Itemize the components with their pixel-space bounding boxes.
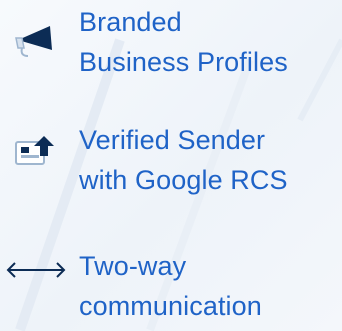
verified-badge-icon — [15, 136, 54, 165]
megaphone-icon — [15, 26, 52, 57]
feature-label: Two-way communication — [79, 246, 262, 326]
feature-label: Verified Sender with Google RCS — [79, 120, 288, 200]
feature-two-way-communication: Two-way communication — [0, 248, 342, 328]
two-way-arrow-icon — [6, 262, 66, 278]
feature-label-line-1: Two-way — [79, 251, 187, 281]
feature-label-line-2: communication — [79, 291, 262, 321]
feature-verified-sender: Verified Sender with Google RCS — [0, 122, 342, 202]
feature-label-line-2: with Google RCS — [79, 165, 288, 195]
feature-label: Branded Business Profiles — [79, 2, 288, 82]
feature-label-line-1: Branded — [79, 7, 182, 37]
feature-label-line-1: Verified Sender — [79, 125, 266, 155]
feature-label-line-2: Business Profiles — [79, 47, 288, 77]
feature-branded-business-profiles: Branded Business Profiles — [0, 4, 342, 84]
feature-list-panel: Branded Business Profiles Verified Sende… — [0, 0, 342, 331]
